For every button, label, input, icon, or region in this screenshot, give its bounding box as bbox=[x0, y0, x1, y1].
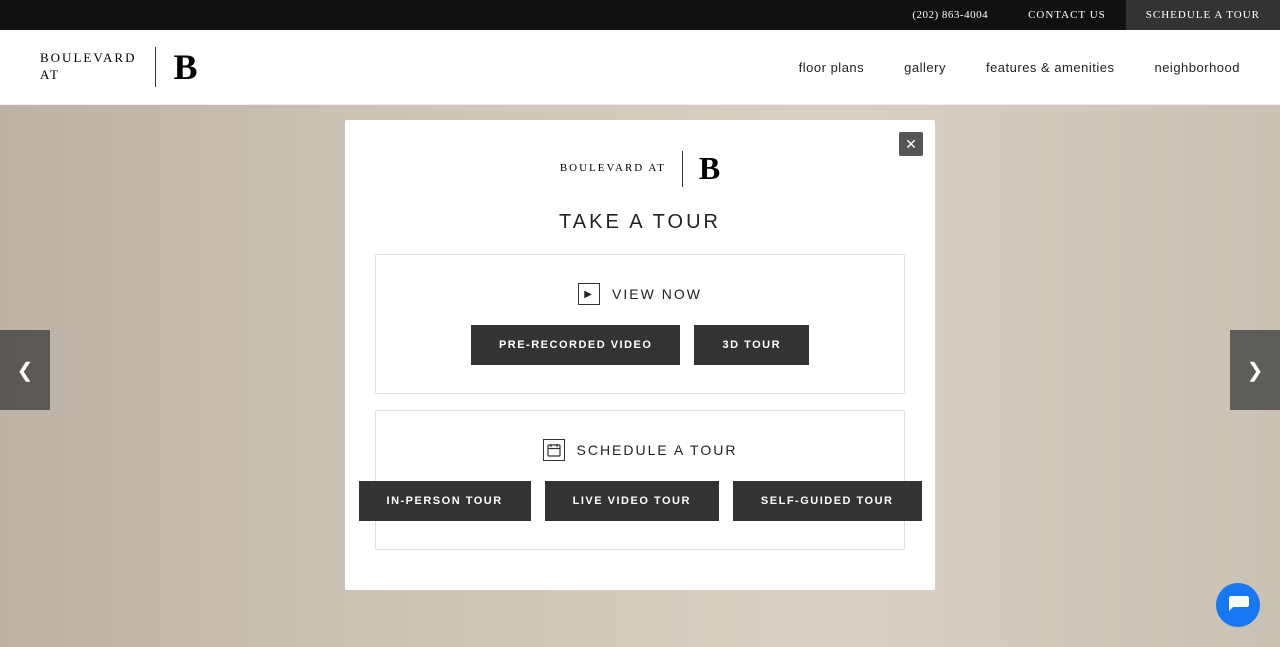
logo-divider bbox=[155, 47, 156, 87]
play-icon: ▶ bbox=[578, 283, 600, 305]
main-navigation: BOULEVARD AT B floor plans gallery featu… bbox=[0, 30, 1280, 105]
modal-logo: BOULEVARD AT B bbox=[375, 150, 905, 187]
slider-next-arrow[interactable]: ❯ bbox=[1230, 330, 1280, 410]
chat-bubble-button[interactable] bbox=[1216, 583, 1260, 627]
nav-floor-plans[interactable]: floor plans bbox=[799, 60, 864, 75]
modal-logo-b: B bbox=[699, 150, 720, 187]
inperson-tour-button[interactable]: IN-PERSON TOUR bbox=[359, 481, 531, 521]
calendar-icon bbox=[543, 439, 565, 461]
prerecorded-video-button[interactable]: PRE-RECORDED VIDEO bbox=[471, 325, 681, 365]
tour-modal: ✕ BOULEVARD AT B TAKE A TOUR ▶ VIEW NOW … bbox=[345, 120, 935, 590]
schedule-tour-section: SCHEDULE A TOUR IN-PERSON TOUR LIVE VIDE… bbox=[375, 410, 905, 550]
self-guided-tour-button[interactable]: SELF-GUIDED TOUR bbox=[733, 481, 922, 521]
logo-text: BOULEVARD AT bbox=[40, 50, 137, 84]
live-video-tour-button[interactable]: LIVE VIDEO TOUR bbox=[545, 481, 719, 521]
nav-features-amenities[interactable]: features & amenities bbox=[986, 60, 1115, 75]
top-bar: (202) 863-4004 CONTACT US SCHEDULE A TOU… bbox=[0, 0, 1280, 30]
modal-close-button[interactable]: ✕ bbox=[899, 132, 923, 156]
slider-prev-arrow[interactable]: ❮ bbox=[0, 330, 50, 410]
phone-number: (202) 863-4004 bbox=[892, 9, 1008, 21]
schedule-tour-topbar-button[interactable]: SCHEDULE A TOUR bbox=[1126, 0, 1280, 30]
3d-tour-button[interactable]: 3D TOUR bbox=[694, 325, 809, 365]
view-now-buttons: PRE-RECORDED VIDEO 3D TOUR bbox=[406, 325, 874, 365]
schedule-tour-label: SCHEDULE A TOUR bbox=[406, 439, 874, 461]
view-now-section: ▶ VIEW NOW PRE-RECORDED VIDEO 3D TOUR bbox=[375, 254, 905, 394]
nav-gallery[interactable]: gallery bbox=[904, 60, 946, 75]
modal-logo-divider bbox=[682, 151, 683, 187]
nav-links: floor plans gallery features & amenities… bbox=[799, 60, 1240, 75]
logo-b-letter: B bbox=[174, 49, 198, 85]
schedule-tour-buttons: IN-PERSON TOUR LIVE VIDEO TOUR SELF-GUID… bbox=[406, 481, 874, 521]
nav-neighborhood[interactable]: neighborhood bbox=[1154, 60, 1240, 75]
contact-us-link[interactable]: CONTACT US bbox=[1008, 9, 1126, 21]
site-logo[interactable]: BOULEVARD AT B bbox=[40, 47, 198, 87]
view-now-label: ▶ VIEW NOW bbox=[406, 283, 874, 305]
modal-title: TAKE A TOUR bbox=[375, 211, 905, 234]
modal-logo-text: BOULEVARD AT bbox=[560, 161, 666, 176]
